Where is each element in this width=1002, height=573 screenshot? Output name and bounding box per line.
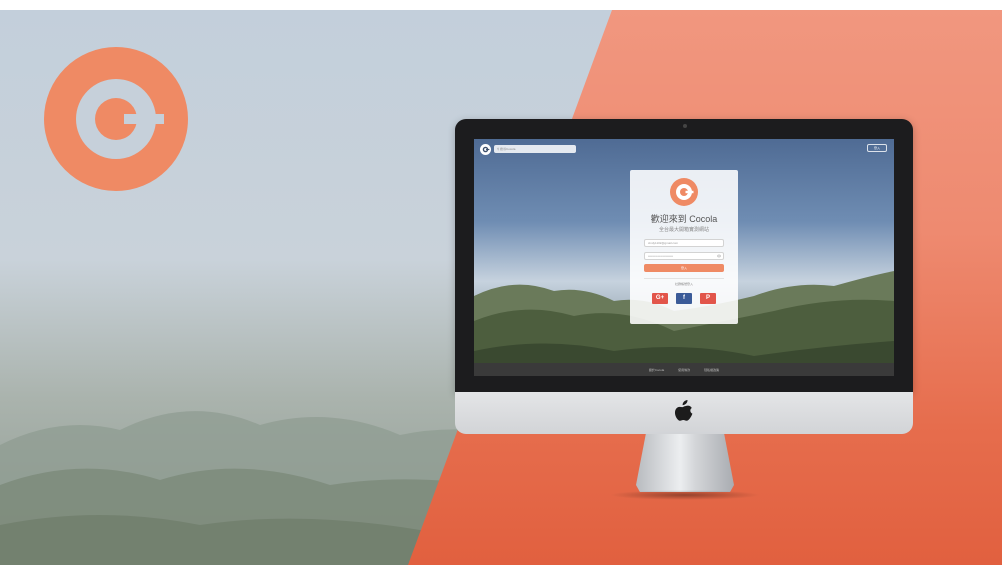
screen-footer: 關於Cocola 使用條款 隱私權政策 [474, 363, 894, 376]
footer-link-privacy[interactable]: 隱私權政策 [704, 368, 719, 372]
eye-icon[interactable] [717, 254, 721, 258]
cocola-c-logo-icon [44, 47, 188, 191]
footer-link-about[interactable]: 關於Cocola [649, 368, 664, 372]
screen-cocola-logo-icon[interactable] [480, 144, 491, 155]
google-login-button[interactable]: G+ [652, 293, 668, 304]
email-field[interactable]: cindy1102@gmail.com [644, 239, 724, 247]
imac-stand [636, 434, 734, 492]
card-divider [644, 278, 724, 279]
login-card: 歡迎來到 Cocola 全台最大開箱實測網站 cindy1102@gmail.c… [630, 170, 738, 324]
apple-logo-icon [675, 400, 693, 421]
login-submit-button[interactable]: 登入 [644, 264, 724, 272]
card-cocola-logo-icon [670, 178, 698, 206]
password-field[interactable]: •••••••••••••••••••••••• [644, 252, 724, 260]
login-subtitle: 全台最大開箱實測網站 [658, 227, 709, 233]
social-login-label: 社群帳號登入 [674, 282, 693, 286]
login-title: 歡迎來到 Cocola [650, 214, 718, 224]
screen-search-input[interactable]: ⚲ 搜尋Cocola [494, 145, 576, 153]
facebook-login-button[interactable]: f [676, 293, 692, 304]
camera-icon [683, 124, 687, 128]
imac-screen: ⚲ 搜尋Cocola 登入 歡迎來到 Cocola 全台最大開箱實測網站 cin… [474, 139, 894, 376]
imac-base-shadow [610, 490, 760, 500]
pinterest-login-button[interactable]: P [700, 293, 716, 304]
footer-link-terms[interactable]: 使用條款 [678, 368, 690, 372]
screen-header-login-button[interactable]: 登入 [867, 144, 887, 152]
